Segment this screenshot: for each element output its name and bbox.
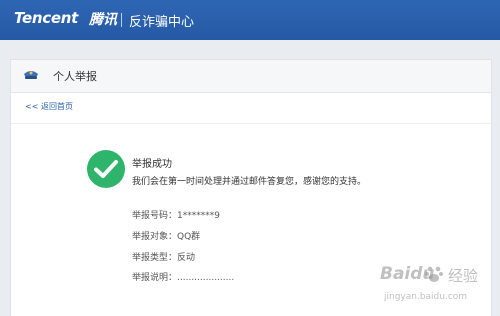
report-number: 举报号码：1*******9 [132, 211, 220, 221]
baidu-jingyan-watermark: Baidu 经验 jingyan.baidu.com [372, 260, 498, 314]
watermark-url: jingyan.baidu.com [384, 292, 468, 302]
success-message: 我们会在第一时间处理并通过邮件答复您，感谢您的支持。 [132, 177, 367, 187]
back-to-home-link[interactable]: << 返回首页 [25, 101, 73, 112]
police-cap-icon [24, 71, 38, 79]
header-divider [121, 13, 122, 27]
tencent-logo-cn[interactable]: 腾讯 [89, 9, 117, 29]
success-title: 举报成功 [132, 159, 172, 170]
tencent-logo-text[interactable]: Tencent [14, 9, 78, 27]
watermark-cn: 经验 [448, 267, 479, 285]
panel-title: 个人举报 [53, 70, 97, 83]
paw-icon [425, 266, 443, 282]
report-description: 举报说明：.................... [132, 273, 235, 283]
report-target: 举报对象：QQ群 [132, 232, 201, 242]
site-title: 反诈骗中心 [129, 15, 195, 30]
panel-header: 个人举报 [11, 60, 491, 93]
check-circle-icon [87, 150, 125, 188]
top-header-bar: Tencent 腾讯 反诈骗中心 [0, 0, 500, 40]
divider [11, 123, 491, 124]
report-type: 举报类型：反动 [132, 253, 196, 263]
